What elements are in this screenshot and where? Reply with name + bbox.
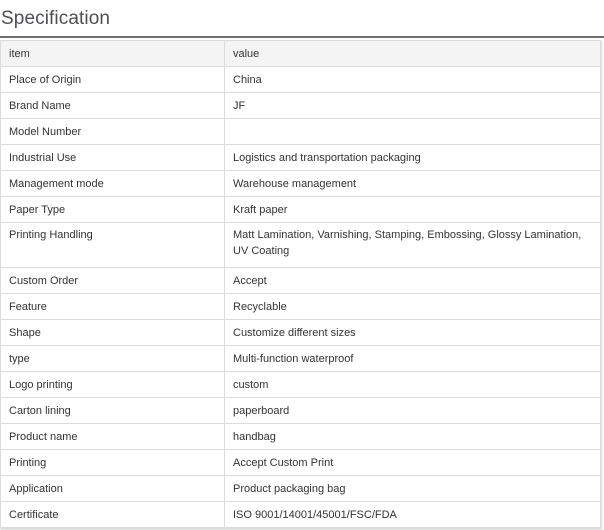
section-header: Specification [0, 0, 604, 38]
spec-table-container: item value Place of Origin China Brand N… [0, 40, 601, 529]
table-row: Logo printing custom [0, 371, 601, 398]
item-cell: Carton lining [0, 397, 225, 424]
value-cell: Warehouse management [224, 170, 601, 197]
value-cell: Logistics and transportation packaging [224, 144, 601, 171]
value-cell: paperboard [224, 397, 601, 424]
item-cell: Management mode [0, 170, 225, 197]
table-row: Printing Accept Custom Print [0, 449, 601, 476]
specification-section: Specification item value Place of Origin… [0, 0, 604, 530]
item-cell: type [0, 345, 225, 372]
item-cell: Place of Origin [0, 66, 225, 93]
table-row: Certificate ISO 9001/14001/45001/FSC/FDA [0, 501, 601, 528]
value-cell: Accept [224, 267, 601, 294]
item-cell: Feature [0, 293, 225, 320]
table-row: Application Product packaging bag [0, 475, 601, 502]
item-cell: Model Number [0, 118, 225, 145]
value-cell: Matt Lamination, Varnishing, Stamping, E… [224, 222, 601, 268]
table-row: Custom Order Accept [0, 267, 601, 294]
item-cell: Brand Name [0, 92, 225, 119]
table-row: Model Number [0, 118, 601, 145]
value-cell: Accept Custom Print [224, 449, 601, 476]
table-row: Product name handbag [0, 423, 601, 450]
value-cell: Multi-function waterproof [224, 345, 601, 372]
value-cell: Recyclable [224, 293, 601, 320]
item-cell: Logo printing [0, 371, 225, 398]
table-row: type Multi-function waterproof [0, 345, 601, 372]
header-value-cell: value [224, 40, 601, 67]
value-cell: Customize different sizes [224, 319, 601, 346]
value-cell: handbag [224, 423, 601, 450]
item-cell: Paper Type [0, 196, 225, 223]
value-cell: China [224, 66, 601, 93]
item-cell: Application [0, 475, 225, 502]
value-cell: Kraft paper [224, 196, 601, 223]
table-row: Place of Origin China [0, 66, 601, 93]
table-row: Brand Name JF [0, 92, 601, 119]
item-cell: Certificate [0, 501, 225, 528]
item-cell: Custom Order [0, 267, 225, 294]
header-item-cell: item [0, 40, 225, 67]
value-cell: JF [224, 92, 601, 119]
table-row: Industrial Use Logistics and transportat… [0, 144, 601, 171]
item-cell: Product name [0, 423, 225, 450]
spec-table: item value Place of Origin China Brand N… [0, 40, 601, 528]
table-row: Printing Handling Matt Lamination, Varni… [0, 222, 601, 268]
value-cell: Product packaging bag [224, 475, 601, 502]
table-row: Shape Customize different sizes [0, 319, 601, 346]
table-row: Management mode Warehouse management [0, 170, 601, 197]
item-cell: Printing [0, 449, 225, 476]
table-row: Carton lining paperboard [0, 397, 601, 424]
table-row: Feature Recyclable [0, 293, 601, 320]
value-cell: ISO 9001/14001/45001/FSC/FDA [224, 501, 601, 528]
table-header-row: item value [0, 40, 601, 67]
table-row: Paper Type Kraft paper [0, 196, 601, 223]
value-cell: custom [224, 371, 601, 398]
item-cell: Industrial Use [0, 144, 225, 171]
value-cell [224, 118, 601, 145]
item-cell: Printing Handling [0, 222, 225, 268]
item-cell: Shape [0, 319, 225, 346]
section-title: Specification [1, 8, 111, 29]
